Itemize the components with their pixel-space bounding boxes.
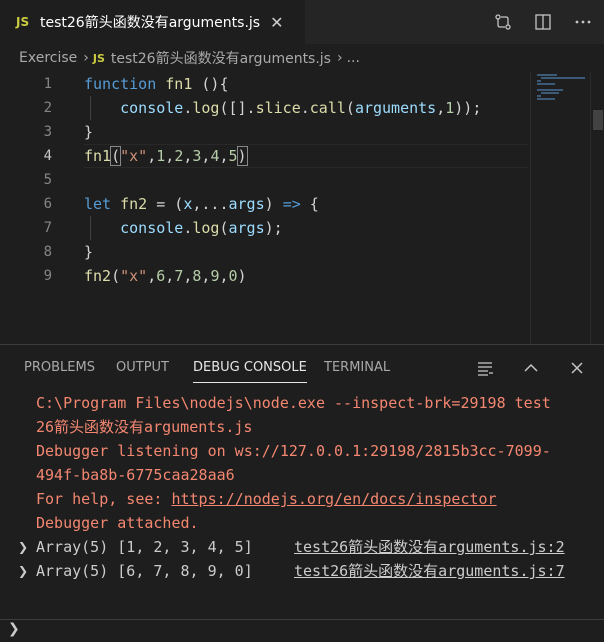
- code-line[interactable]: }: [84, 240, 528, 264]
- code-line-current[interactable]: fn1("x",1,2,3,4,5): [84, 144, 528, 168]
- breadcrumb-more[interactable]: ...: [347, 50, 360, 66]
- code-line[interactable]: function fn1 (){: [84, 72, 528, 96]
- split-editor-icon[interactable]: [532, 11, 554, 33]
- breadcrumb-folder[interactable]: Exercise: [19, 50, 77, 66]
- more-actions-icon[interactable]: [572, 11, 594, 33]
- line-number: 3: [43, 124, 52, 140]
- console-line: Debugger listening on ws://127.0.0.1:291…: [36, 442, 551, 460]
- code-line[interactable]: [84, 168, 528, 192]
- filter-list-icon[interactable]: [474, 357, 496, 379]
- console-line: 26箭头函数没有arguments.js: [36, 418, 253, 436]
- javascript-file-icon: JS: [92, 51, 105, 65]
- code-line[interactable]: }: [84, 120, 528, 144]
- source-control-compare-icon[interactable]: [492, 11, 514, 33]
- close-tab-icon[interactable]: ✕: [270, 13, 283, 32]
- line-number: 8: [43, 244, 52, 260]
- code-line[interactable]: console.log(args);: [84, 216, 528, 240]
- tab-terminal[interactable]: TERMINAL: [324, 345, 390, 391]
- help-prefix: For help, see:: [36, 490, 172, 508]
- console-line: C:\Program Files\nodejs\node.exe --inspe…: [36, 394, 551, 412]
- breadcrumb-file[interactable]: test26箭头函数没有arguments.js: [111, 48, 331, 68]
- close-panel-icon[interactable]: [566, 357, 588, 379]
- scrollbar-thumb[interactable]: [593, 110, 603, 130]
- line-number: 6: [43, 196, 52, 212]
- panel-tabs: PROBLEMS OUTPUT DEBUG CONSOLE TERMINAL: [0, 345, 604, 391]
- editor-tab-bar: JS test26箭头函数没有arguments.js ✕: [0, 0, 604, 44]
- code-editor[interactable]: 1 2 3 4 5 6 7 8 9 function fn1 (){ conso…: [0, 72, 604, 344]
- console-line: Debugger attached.: [36, 514, 199, 532]
- line-number: 5: [43, 172, 52, 188]
- chevron-right-icon: ›: [83, 50, 89, 66]
- line-number-gutter: 1 2 3 4 5 6 7 8 9: [0, 72, 70, 288]
- javascript-file-icon: JS: [16, 15, 30, 29]
- source-location-link[interactable]: test26箭头函数没有arguments.js:2: [294, 535, 565, 559]
- expand-chevron-icon[interactable]: ❯: [18, 535, 28, 559]
- console-line: 494f-ba8b-6775caa28aa6: [36, 466, 235, 484]
- line-number: 7: [43, 220, 52, 236]
- inspector-docs-link[interactable]: https://nodejs.org/en/docs/inspector: [171, 490, 496, 508]
- bottom-panel: PROBLEMS OUTPUT DEBUG CONSOLE TERMINAL C…: [0, 344, 604, 642]
- code-line[interactable]: let fn2 = (x,...args) => {: [84, 192, 528, 216]
- source-location-link[interactable]: test26箭头函数没有arguments.js:7: [294, 559, 565, 583]
- line-number: 4: [43, 148, 52, 164]
- console-output-array[interactable]: Array(5) [1, 2, 3, 4, 5]: [36, 535, 253, 559]
- code-content[interactable]: function fn1 (){ console.log([].slice.ca…: [84, 72, 528, 288]
- breadcrumb: Exercise › JS test26箭头函数没有arguments.js ›…: [0, 44, 604, 72]
- tab-title: test26箭头函数没有arguments.js: [40, 15, 261, 31]
- editor-tab-active[interactable]: JS test26箭头函数没有arguments.js ✕: [0, 0, 305, 44]
- prompt-chevron-icon: ❯: [8, 621, 20, 637]
- console-output-array[interactable]: Array(5) [6, 7, 8, 9, 0]: [36, 559, 253, 583]
- code-line[interactable]: console.log([].slice.call(arguments,1));: [84, 96, 528, 120]
- tab-problems[interactable]: PROBLEMS: [24, 345, 95, 391]
- tab-debug-console[interactable]: DEBUG CONSOLE: [193, 345, 307, 391]
- line-number: 9: [43, 268, 52, 284]
- line-number: 2: [43, 100, 52, 116]
- code-line[interactable]: fn2("x",6,7,8,9,0): [84, 264, 528, 288]
- chevron-right-icon: ›: [336, 50, 343, 66]
- minimap[interactable]: [530, 72, 591, 344]
- debug-console-output: C:\Program Files\nodejs\node.exe --inspe…: [0, 391, 604, 616]
- tab-output[interactable]: OUTPUT: [116, 345, 169, 391]
- debug-console-input[interactable]: ❯: [0, 619, 604, 642]
- expand-chevron-icon[interactable]: ❯: [18, 559, 28, 583]
- line-number: 1: [43, 76, 52, 92]
- console-line: For help, see: https://nodejs.org/en/doc…: [36, 487, 497, 511]
- chevron-up-icon[interactable]: [520, 357, 542, 379]
